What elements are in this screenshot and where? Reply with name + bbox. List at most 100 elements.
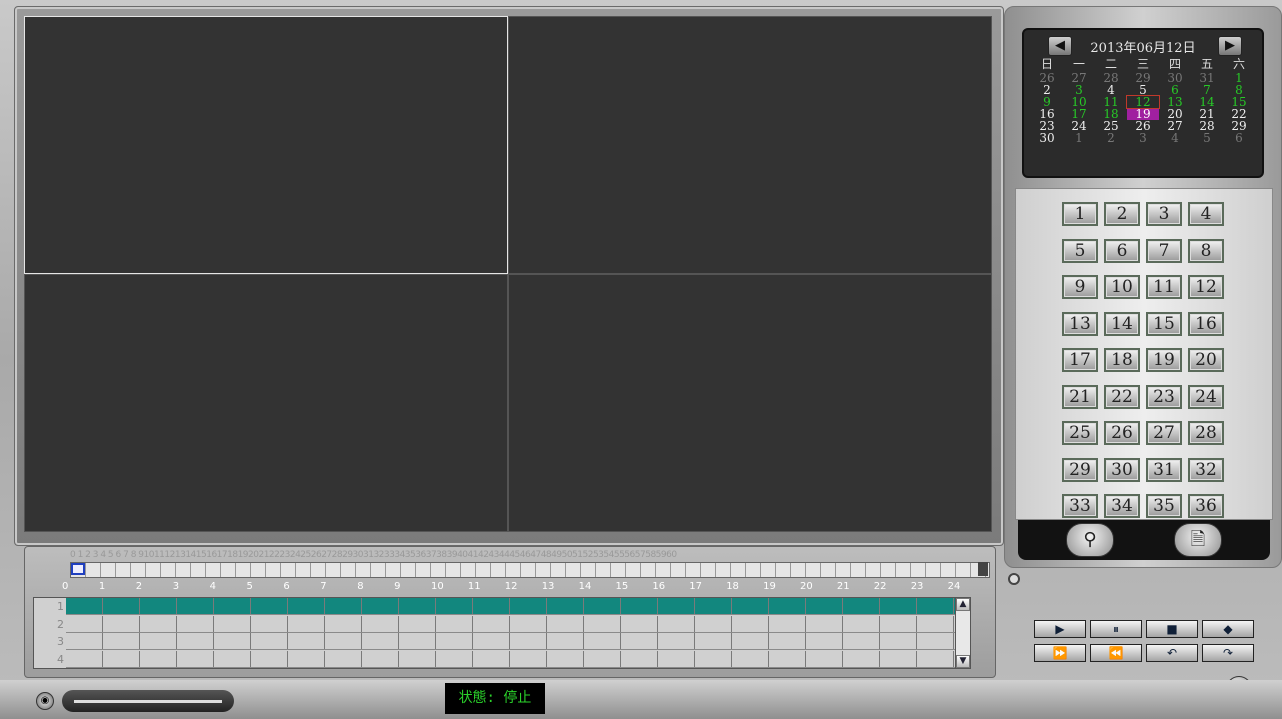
speaker-icon[interactable]: ◉ [36,692,54,710]
minute-cursor[interactable] [71,563,85,575]
volume-slider-track[interactable] [74,700,222,703]
channel-button-24[interactable]: 24 [1188,384,1224,409]
file-search-button[interactable]: 🗎 [1174,523,1222,557]
calendar-day[interactable]: 2 [1095,132,1127,144]
channel-button-32[interactable]: 32 [1188,457,1224,482]
hour-label: 19 [763,581,776,592]
channel-button-14[interactable]: 14 [1104,311,1140,336]
hour-label: 23 [910,581,924,592]
record-grid[interactable]: 1 2 3 4 [33,597,957,669]
channel-button-15[interactable]: 15 [1146,311,1182,336]
channel-button-17[interactable]: 17 [1062,348,1098,372]
arrow-right-icon: ▶ [1225,38,1235,53]
channel-button-5[interactable]: 5 [1062,238,1098,263]
record-row[interactable]: 1 [34,598,956,615]
row-number: 2 [57,617,64,631]
hour-label: 15 [615,581,629,592]
next-month-button[interactable]: ▶ [1218,36,1242,56]
channel-button-6[interactable]: 6 [1104,238,1140,263]
record-row[interactable]: 2 [34,615,956,633]
channel-button-12[interactable]: 12 [1188,275,1224,299]
video-pane-1[interactable] [24,16,508,274]
calendar-day[interactable]: 30 [1031,132,1063,144]
channel-button-21[interactable]: 21 [1062,384,1098,409]
step-forward-button[interactable]: ↷ [1202,644,1254,662]
record-row[interactable]: 3 [34,633,956,650]
channel-button-26[interactable]: 26 [1104,421,1140,445]
fast-forward-button[interactable]: ⏩ [1034,644,1086,662]
channel-button-30[interactable]: 30 [1104,457,1140,482]
fast-forward-icon: ⏩ [1052,646,1068,660]
empty-track[interactable] [66,615,956,633]
channel-button-19[interactable]: 19 [1146,348,1182,372]
calendar-grid: 日一二三四五六 26 27 28 29 30 31 1 2 3 4 5 6 7 8 9 10 11 12 13 14 1… [1031,58,1255,144]
minute-track-end [978,562,988,576]
channel-button-10[interactable]: 10 [1104,275,1140,299]
weekday-label: 三 [1136,57,1149,71]
channel-button-4[interactable]: 4 [1188,202,1224,226]
channel-button-35[interactable]: 35 [1146,494,1182,518]
rewind-button[interactable]: ⏪ [1090,644,1142,662]
weekday-label: 五 [1200,57,1213,71]
channel-button-22[interactable]: 22 [1104,384,1140,409]
empty-track[interactable] [66,633,956,650]
hour-label: 17 [689,581,703,592]
video-pane-4[interactable] [508,274,992,532]
minute-labels: 0 1 2 3 4 5 6 7 8 9101112131415161718192… [70,550,677,560]
channel-button-16[interactable]: 16 [1188,311,1224,336]
channel-button-11[interactable]: 11 [1146,275,1182,299]
hour-label: 11 [467,581,481,592]
hour-label: 13 [541,581,555,592]
calendar-days: 26 27 28 29 30 31 1 2 3 4 5 6 7 8 9 10 11 12 13 14 15 16 17 18 1… [1031,72,1255,144]
hour-label: 7 [320,581,327,592]
hour-label: 8 [357,581,364,592]
calendar-day[interactable]: 3 [1127,132,1159,144]
channel-button-18[interactable]: 18 [1104,348,1140,372]
stop-button[interactable]: ■ [1146,620,1198,638]
channel-button-34[interactable]: 34 [1104,494,1140,518]
channel-button-28[interactable]: 28 [1188,421,1224,445]
step-back-button[interactable]: ↶ [1146,644,1198,662]
search-icon: ⚲ [1083,529,1097,550]
channel-button-27[interactable]: 27 [1146,421,1182,445]
calendar-day[interactable]: 4 [1159,132,1191,144]
channel-button-13[interactable]: 13 [1062,311,1098,336]
channel-button-33[interactable]: 33 [1062,494,1098,518]
calendar-day[interactable]: 6 [1223,132,1255,144]
calendar-header: ◀ 2013年06月12日 ▶ [1024,34,1262,56]
pause-button[interactable]: ⏸ [1090,620,1142,638]
channel-button-2[interactable]: 2 [1104,202,1140,226]
calendar-week: 30 1 2 3 4 5 6 [1031,132,1255,144]
snapshot-icon: ◆ [1223,622,1233,636]
grid-scrollbar[interactable]: ▲ ▼ [955,597,971,669]
channel-button-20[interactable]: 20 [1188,348,1224,372]
hour-label: 24 [947,581,961,592]
channel-button-8[interactable]: 8 [1188,238,1224,263]
video-pane-3[interactable] [24,274,508,532]
record-row[interactable]: 4 [34,650,956,668]
snapshot-button[interactable]: ◆ [1202,620,1254,638]
hour-label: 10 [431,581,444,592]
channel-button-3[interactable]: 3 [1146,202,1182,226]
minute-track[interactable] [70,562,990,578]
hour-label: 22 [873,581,887,592]
channel-button-7[interactable]: 7 [1146,238,1182,263]
calendar-day[interactable]: 5 [1191,132,1223,144]
video-pane-2[interactable] [508,16,992,274]
channel-button-29[interactable]: 29 [1062,457,1098,482]
channel-button-1[interactable]: 1 [1062,202,1098,226]
channel-button-23[interactable]: 23 [1146,384,1182,409]
channel-button-36[interactable]: 36 [1188,494,1224,518]
scroll-up-button[interactable]: ▲ [956,598,970,611]
empty-track[interactable] [66,650,956,668]
hour-label: 6 [283,581,290,592]
scroll-down-button[interactable]: ▼ [956,655,970,668]
channel-button-25[interactable]: 25 [1062,421,1098,445]
play-button[interactable]: ▶ [1034,620,1086,638]
search-button[interactable]: ⚲ [1066,523,1114,557]
channel-button-31[interactable]: 31 [1146,457,1182,482]
channel-button-9[interactable]: 9 [1062,275,1098,299]
pause-icon: ⏸ [1112,622,1119,636]
calendar-day[interactable]: 1 [1063,132,1095,144]
recording-bar[interactable] [66,598,956,615]
